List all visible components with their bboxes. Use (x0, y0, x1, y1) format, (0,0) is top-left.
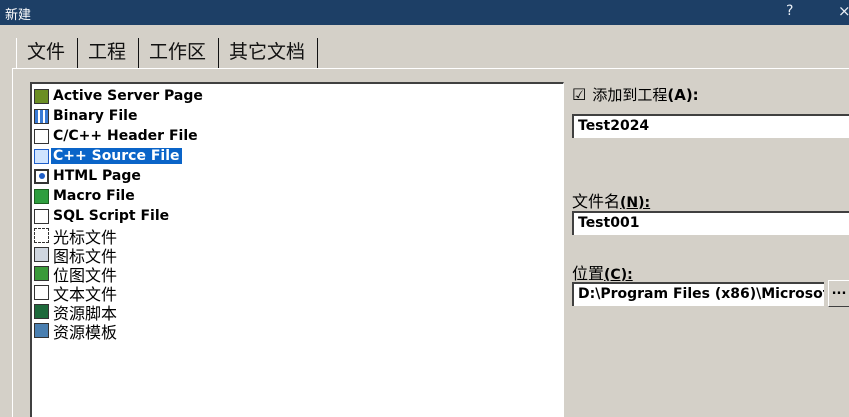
sql-icon (34, 208, 49, 224)
bitmap-file-icon (34, 266, 49, 281)
title-bar: 新建 ? × (0, 0, 849, 25)
filename-label: 文件名(N): (572, 192, 651, 211)
list-item[interactable]: Macro File (34, 186, 563, 206)
location-field[interactable]: D:\Program Files (x86)\Microsoft (572, 282, 824, 306)
header-file-icon (34, 128, 49, 144)
tab-strip: 文件 工程 工作区 其它文档 (16, 36, 319, 68)
help-button[interactable]: ? (786, 3, 793, 19)
location-label: 位置(C): (572, 264, 633, 283)
add-to-project-checkbox[interactable]: ☑ 添加到工程(A): (572, 84, 699, 105)
list-item[interactable]: Active Server Page (34, 86, 563, 106)
tab-panel-border (12, 68, 849, 69)
resource-script-icon (34, 304, 49, 319)
list-item[interactable]: Binary File (34, 106, 563, 126)
file-type-list[interactable]: Active Server Page Binary File C/C++ Hea… (30, 82, 564, 417)
html-icon (34, 168, 49, 184)
tab-files[interactable]: 文件 (16, 38, 79, 68)
checkbox-icon[interactable]: ☑ (572, 85, 586, 104)
list-item[interactable]: HTML Page (34, 166, 563, 186)
tab-panel-border-left (12, 68, 13, 417)
resource-template-icon (34, 323, 49, 338)
list-item-selected[interactable]: C++ Source File (34, 146, 563, 166)
window-title: 新建 (5, 8, 32, 23)
browse-button[interactable]: ... (828, 280, 849, 307)
add-to-project-label: 添加到工程(A): (592, 86, 699, 104)
list-item[interactable]: 资源模板 (34, 321, 563, 342)
tab-workspaces[interactable]: 工作区 (139, 38, 220, 68)
project-combo[interactable]: Test2024 (572, 114, 849, 138)
text-file-icon (34, 285, 49, 300)
macro-icon (34, 188, 49, 204)
binary-icon (34, 108, 49, 124)
icon-file-icon (34, 247, 49, 262)
close-button[interactable]: × (838, 2, 849, 20)
filename-field[interactable]: Test001 (572, 211, 849, 235)
tab-projects[interactable]: 工程 (78, 38, 140, 68)
tab-other-documents[interactable]: 其它文档 (219, 38, 319, 68)
list-item[interactable]: C/C++ Header File (34, 126, 563, 146)
asp-icon (34, 88, 49, 104)
cpp-source-icon (34, 148, 49, 164)
cursor-file-icon (34, 228, 49, 243)
